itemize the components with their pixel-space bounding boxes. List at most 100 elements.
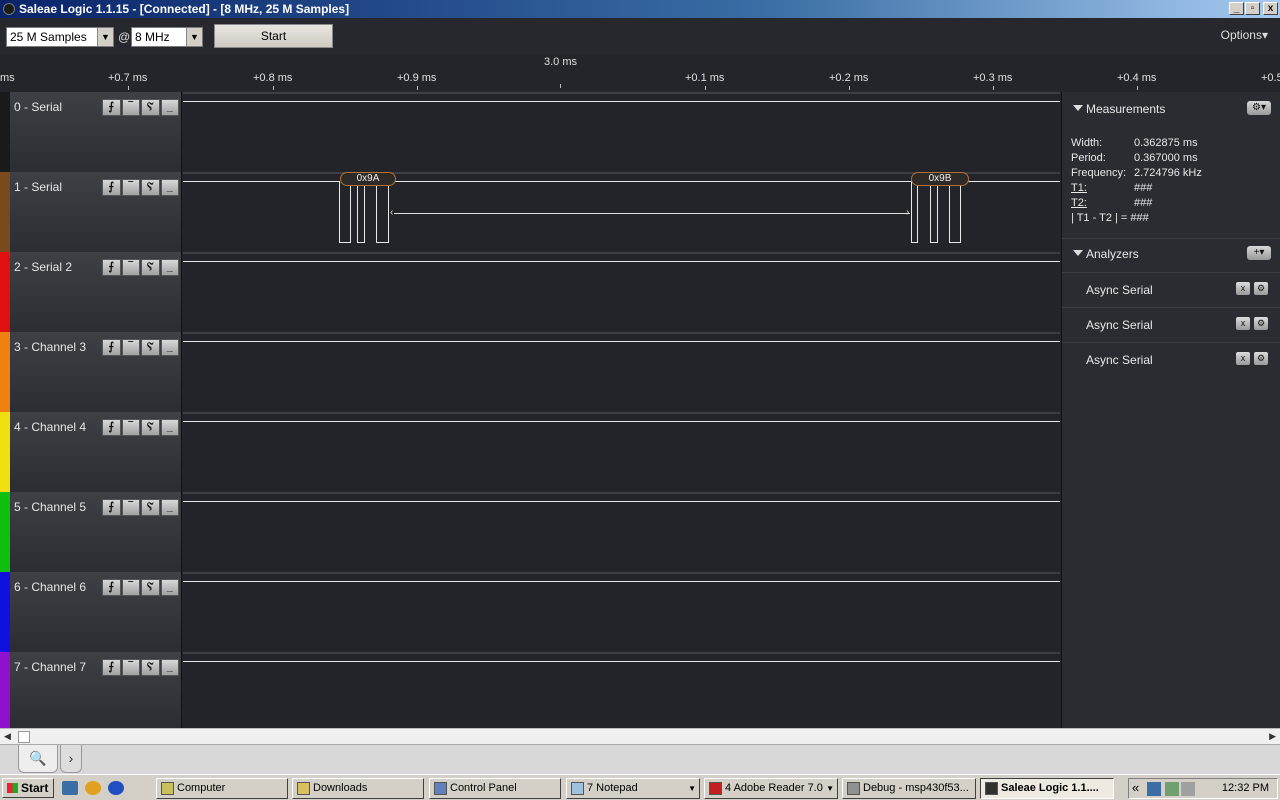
scroll-right-icon[interactable]: ▶: [1269, 731, 1276, 742]
tray-app-icon[interactable]: [1165, 782, 1179, 796]
rising-edge-trigger-button[interactable]: ⨍: [102, 659, 121, 676]
samples-select[interactable]: 25 M Samples ▼: [6, 27, 114, 47]
channel-label-panel[interactable]: 7 - Channel 7 ⨍ ‾ Ⲋ _: [0, 652, 182, 728]
falling-edge-trigger-button[interactable]: Ⲋ: [141, 419, 160, 436]
t2-link[interactable]: T2:: [1071, 197, 1134, 209]
measurements-settings-button[interactable]: ⚙▾: [1247, 101, 1271, 115]
taskbar-item-computer[interactable]: Computer: [156, 778, 288, 799]
close-icon[interactable]: x: [1236, 317, 1250, 330]
high-level-trigger-button[interactable]: ‾: [121, 419, 140, 436]
rising-edge-trigger-button[interactable]: ⨍: [102, 419, 121, 436]
low-level-trigger-button[interactable]: _: [160, 259, 179, 276]
falling-edge-trigger-button[interactable]: Ⲋ: [141, 339, 160, 356]
channel-name[interactable]: 4 - Channel 4: [14, 420, 86, 434]
collapse-triangle-icon[interactable]: [1073, 105, 1083, 111]
chevron-down-icon[interactable]: ▼: [186, 28, 202, 46]
close-icon[interactable]: x: [1236, 352, 1250, 365]
channel-label-panel[interactable]: 4 - Channel 4 ⨍ ‾ Ⲋ _: [0, 412, 182, 492]
high-level-trigger-button[interactable]: ‾: [121, 99, 140, 116]
low-level-trigger-button[interactable]: _: [160, 579, 179, 596]
decoded-byte-bubble[interactable]: 0x9A: [340, 172, 396, 186]
low-level-trigger-button[interactable]: _: [160, 339, 179, 356]
show-desktop-icon[interactable]: [62, 781, 78, 795]
gear-icon[interactable]: ⚙: [1254, 317, 1268, 330]
rising-edge-trigger-button[interactable]: ⨍: [102, 259, 121, 276]
channel-label-panel[interactable]: 2 - Serial 2 ⨍ ‾ Ⲋ _: [0, 252, 182, 332]
decoded-byte-bubble[interactable]: 0x9B: [911, 172, 969, 186]
taskbar-item-notepad[interactable]: 7 Notepad ▼: [566, 778, 700, 799]
low-level-trigger-button[interactable]: _: [160, 179, 179, 196]
search-tab[interactable]: 🔍: [18, 745, 58, 773]
options-menu[interactable]: Options▾: [1221, 28, 1268, 42]
timeline-ruler[interactable]: 3.0 ms ms +0.7 ms +0.8 ms +0.9 ms +0.1 m…: [0, 54, 1280, 92]
channel-trace-area[interactable]: 0x9A 0x9B ‹ ›: [183, 172, 1060, 252]
channel-trace-area[interactable]: [183, 652, 1060, 728]
taskbar-item-adobe-reader[interactable]: 4 Adobe Reader 7.0 ▼: [704, 778, 838, 799]
close-button[interactable]: x: [1263, 2, 1278, 15]
horizontal-scrollbar[interactable]: ◀ ▶: [0, 728, 1280, 744]
high-level-trigger-button[interactable]: ‾: [121, 179, 140, 196]
channel-label-panel[interactable]: 1 - Serial ⨍ ‾ Ⲋ _: [0, 172, 182, 252]
channel-trace-area[interactable]: [183, 572, 1060, 652]
channel-name[interactable]: 3 - Channel 3: [14, 340, 86, 354]
start-button-taskbar[interactable]: Start: [2, 778, 54, 798]
channel-trace-area[interactable]: [183, 412, 1060, 492]
rising-edge-trigger-button[interactable]: ⨍: [102, 339, 121, 356]
low-level-trigger-button[interactable]: _: [160, 99, 179, 116]
falling-edge-trigger-button[interactable]: Ⲋ: [141, 179, 160, 196]
low-level-trigger-button[interactable]: _: [160, 499, 179, 516]
falling-edge-trigger-button[interactable]: Ⲋ: [141, 579, 160, 596]
gear-icon[interactable]: ⚙: [1254, 352, 1268, 365]
rising-edge-trigger-button[interactable]: ⨍: [102, 579, 121, 596]
scroll-left-icon[interactable]: ◀: [4, 731, 11, 742]
channel-name[interactable]: 7 - Channel 7: [14, 660, 86, 674]
channel-trace-area[interactable]: [183, 492, 1060, 572]
channel-name[interactable]: 5 - Channel 5: [14, 500, 86, 514]
analyzer-item[interactable]: Async Serial x ⚙: [1062, 272, 1280, 306]
measurements-header[interactable]: Measurements ⚙▾: [1062, 94, 1280, 124]
high-level-trigger-button[interactable]: ‾: [121, 499, 140, 516]
channel-name[interactable]: 1 - Serial: [14, 180, 62, 194]
high-level-trigger-button[interactable]: ‾: [121, 579, 140, 596]
channel-name[interactable]: 0 - Serial: [14, 100, 62, 114]
rising-edge-trigger-button[interactable]: ⨍: [102, 179, 121, 196]
minimize-button[interactable]: _: [1229, 2, 1244, 15]
gear-icon[interactable]: ⚙: [1254, 282, 1268, 295]
low-level-trigger-button[interactable]: _: [160, 659, 179, 676]
rising-edge-trigger-button[interactable]: ⨍: [102, 99, 121, 116]
chrome-icon[interactable]: [85, 781, 101, 795]
rising-edge-trigger-button[interactable]: ⨍: [102, 499, 121, 516]
chevron-down-icon[interactable]: ▼: [97, 28, 113, 46]
taskbar-item-debug[interactable]: Debug - msp430f53...: [842, 778, 976, 799]
next-tab[interactable]: ›: [60, 745, 82, 773]
channel-name[interactable]: 2 - Serial 2: [14, 260, 72, 274]
network-icon[interactable]: [1147, 782, 1161, 796]
channel-name[interactable]: 6 - Channel 6: [14, 580, 86, 594]
add-analyzer-button[interactable]: +▾: [1247, 246, 1271, 260]
scrollbar-thumb[interactable]: [18, 731, 30, 743]
high-level-trigger-button[interactable]: ‾: [121, 659, 140, 676]
analyzer-item[interactable]: Async Serial x ⚙: [1062, 307, 1280, 341]
restore-button[interactable]: ▫: [1245, 2, 1260, 15]
collapse-triangle-icon[interactable]: [1073, 250, 1083, 256]
ie-icon[interactable]: [108, 781, 124, 795]
falling-edge-trigger-button[interactable]: Ⲋ: [141, 659, 160, 676]
taskbar-item-saleae-logic[interactable]: Saleae Logic 1.1....: [980, 778, 1114, 799]
falling-edge-trigger-button[interactable]: Ⲋ: [141, 499, 160, 516]
start-button[interactable]: Start: [214, 24, 333, 48]
analyzer-item[interactable]: Async Serial x ⚙: [1062, 342, 1280, 376]
t1-link[interactable]: T1:: [1071, 182, 1134, 194]
taskbar-item-downloads[interactable]: Downloads: [292, 778, 424, 799]
channel-label-panel[interactable]: 3 - Channel 3 ⨍ ‾ Ⲋ _: [0, 332, 182, 412]
channel-trace-area[interactable]: [183, 332, 1060, 412]
falling-edge-trigger-button[interactable]: Ⲋ: [141, 99, 160, 116]
close-icon[interactable]: x: [1236, 282, 1250, 295]
falling-edge-trigger-button[interactable]: Ⲋ: [141, 259, 160, 276]
high-level-trigger-button[interactable]: ‾: [121, 259, 140, 276]
tray-expand-icon[interactable]: «: [1132, 780, 1139, 795]
channel-label-panel[interactable]: 6 - Channel 6 ⨍ ‾ Ⲋ _: [0, 572, 182, 652]
channel-label-panel[interactable]: 0 - Serial ⨍ ‾ Ⲋ _: [0, 92, 182, 172]
high-level-trigger-button[interactable]: ‾: [121, 339, 140, 356]
channel-label-panel[interactable]: 5 - Channel 5 ⨍ ‾ Ⲋ _: [0, 492, 182, 572]
analyzers-header[interactable]: Analyzers +▾: [1062, 238, 1280, 268]
